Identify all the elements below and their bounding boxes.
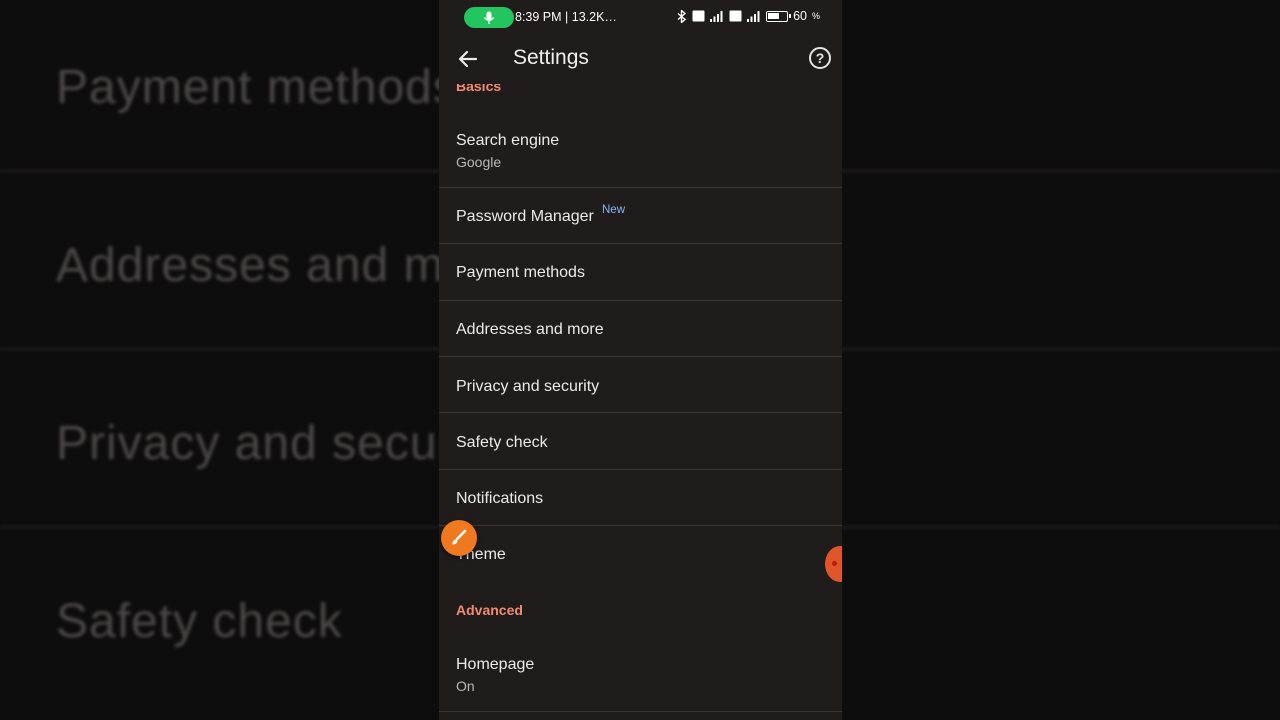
setting-addresses[interactable]: Addresses and more [439,301,842,357]
setting-theme[interactable]: Theme [439,526,842,582]
setting-title: Payment methods [456,264,585,281]
setting-safety-check[interactable]: Safety check [439,413,842,470]
setting-homepage[interactable]: Homepage On [439,630,842,712]
paintbrush-overlay-button[interactable] [441,520,477,556]
setting-title: Notifications [456,490,544,507]
setting-title: Privacy and security [456,378,600,395]
bluetooth-icon [677,9,687,23]
percent-sign: % [811,11,820,21]
bg-row-label: Payment methods [56,61,458,114]
volte-icon [692,10,705,22]
setting-subtitle: Google [456,154,502,170]
section-header-advanced: Advanced [456,602,523,618]
setting-payment-methods[interactable]: Payment methods [439,244,842,301]
status-time: 8:39 PM | 13.2K… [515,10,617,24]
phone-screen: 8:39 PM | 13.2K… 60% Settings ? Basics S… [439,0,842,720]
setting-notifications[interactable]: Notifications [439,470,842,526]
setting-title: Password Manager [456,208,594,225]
setting-title: Addresses and more [456,321,604,338]
setting-title: Search engine [456,132,560,149]
bg-row-label: Safety check [56,595,343,648]
setting-subtitle: On [456,678,475,694]
status-icons: 60% [676,9,820,23]
signal-icon [747,11,760,22]
battery-percent: 60 [793,9,807,23]
setting-search-engine[interactable]: Search engine Google [439,104,842,188]
setting-password-manager[interactable]: Password Manager New [439,188,842,244]
status-bar: 8:39 PM | 13.2K… 60% [439,0,842,34]
page-title: Settings [513,46,589,69]
battery-icon [766,10,792,22]
new-badge: New [602,204,626,216]
recording-indicator[interactable] [464,7,514,28]
section-header-basics: Basics [456,84,502,94]
setting-privacy-security[interactable]: Privacy and security [439,357,842,413]
signal-icon [710,11,723,22]
app-bar: Settings ? [439,34,842,84]
setting-title: Safety check [456,434,548,451]
volte-icon [729,10,742,22]
settings-list: Basics Search engine Google Password Man… [439,84,842,720]
back-arrow-icon[interactable] [455,46,481,72]
microphone-icon [483,11,495,24]
help-icon[interactable]: ? [809,47,831,69]
paintbrush-icon [452,529,467,545]
setting-title: Homepage [456,656,535,673]
